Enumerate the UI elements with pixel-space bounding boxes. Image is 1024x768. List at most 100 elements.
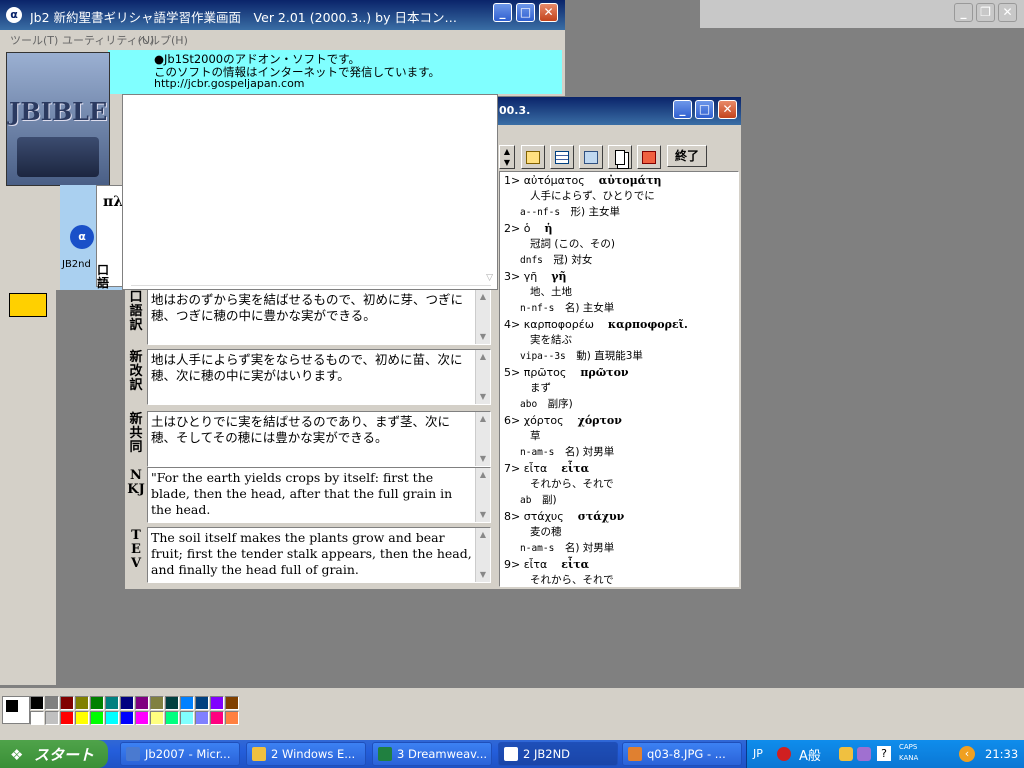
start-button[interactable]: ❖ スタート	[0, 740, 108, 768]
vocab-lemma: γῆ	[523, 270, 538, 283]
jb2nd-shortcut-icon[interactable]: α	[70, 225, 94, 249]
scroll-down-icon[interactable]: ▼	[476, 330, 490, 344]
translation-textbox[interactable]: 地は人手によらず実をならせるもので、初めに苗、次に穂、次に穂の中に実がはいります…	[147, 349, 491, 405]
scroll-up-icon[interactable]: ▲	[476, 290, 490, 304]
ime-lang[interactable]: JP	[753, 747, 763, 760]
menu-tools[interactable]: ツール(T)	[10, 32, 58, 48]
menu-help[interactable]: ヘルプ(H)	[138, 32, 188, 48]
palette-swatch[interactable]	[120, 711, 134, 725]
scroll-down-icon[interactable]: ▼	[476, 568, 490, 582]
hands-icon[interactable]	[579, 145, 603, 169]
foreground-color[interactable]	[6, 700, 18, 712]
vocab-entry[interactable]: 8> στάχυς στάχυν	[504, 510, 624, 523]
palette-swatch[interactable]	[60, 696, 74, 710]
dictionary-icon[interactable]	[857, 747, 871, 761]
palette-swatch[interactable]	[60, 711, 74, 725]
palette-swatch[interactable]	[225, 696, 239, 710]
palette-swatch[interactable]	[75, 696, 89, 710]
taskbar-item[interactable]: 3 Dreamweav...	[372, 742, 492, 766]
palette-swatch[interactable]	[90, 711, 104, 725]
vocab-entry[interactable]: 1> αὐτόματος αὐτομάτη	[504, 174, 662, 187]
translation-scrollbar[interactable]: ▲ ▼	[475, 290, 490, 344]
tray-arrow-icon[interactable]: ‹	[959, 746, 975, 762]
ime-icon[interactable]	[777, 747, 791, 761]
scroll-up-icon[interactable]: ▲	[476, 468, 490, 482]
palette-swatch[interactable]	[120, 696, 134, 710]
palette-swatch[interactable]	[150, 696, 164, 710]
scroll-down-icon[interactable]: ▼	[476, 452, 490, 466]
taskbar-item[interactable]: q03-8.JPG - ...	[622, 742, 742, 766]
grid-icon[interactable]	[550, 145, 574, 169]
scroll-up-icon[interactable]: ▲	[476, 528, 490, 542]
vocab-entry[interactable]: 9> εἶτα εἶτα	[504, 558, 589, 571]
palette-swatch[interactable]	[30, 696, 44, 710]
vocab-entry[interactable]: 7> εἶτα εἶτα	[504, 462, 589, 475]
palette-swatch[interactable]	[30, 711, 44, 725]
bg-close-button[interactable]: ✕	[998, 3, 1017, 22]
palette-swatch[interactable]	[45, 696, 59, 710]
translation-scrollbar[interactable]: ▲ ▼	[475, 468, 490, 522]
popup-scroll-icon[interactable]: ▽	[486, 273, 493, 283]
fill-option-icon-2[interactable]	[9, 293, 47, 317]
ime-mode[interactable]: A般	[799, 745, 821, 764]
print-icon[interactable]	[637, 145, 661, 169]
translation-textbox[interactable]: 土はひとりでに実を結ばせるのであり、まず茎、次に穂、そしてその穂には豊かな実がで…	[147, 411, 491, 467]
vocab-entry[interactable]: 5> πρῶτος πρῶτον	[504, 366, 629, 379]
taskbar-item[interactable]: 2 Windows E...	[246, 742, 366, 766]
help-icon[interactable]: ?	[877, 746, 891, 761]
minimize-button[interactable]: _	[493, 3, 512, 22]
palette-swatch[interactable]	[210, 711, 224, 725]
bg-restore-button[interactable]: ❐	[976, 3, 995, 22]
bg-minimize-button[interactable]: _	[954, 3, 973, 22]
translation-textbox[interactable]: 地はおのずから実を結ばせるもので、初めに芽、つぎに穂、つぎに穂の中に豊かな実がで…	[147, 289, 491, 345]
exit-button[interactable]: 終了	[667, 145, 707, 167]
palette-swatch[interactable]	[135, 696, 149, 710]
study-close-button[interactable]: ✕	[718, 100, 737, 119]
palette-swatch[interactable]	[210, 696, 224, 710]
translation-textbox[interactable]: "For the earth yields crops by itself: f…	[147, 467, 491, 523]
palette-swatch[interactable]	[180, 696, 194, 710]
copy-icon[interactable]	[608, 145, 632, 169]
taskbar-item[interactable]: 2 JB2ND	[498, 742, 618, 766]
palette-swatch[interactable]	[105, 696, 119, 710]
palette-swatch[interactable]	[165, 711, 179, 725]
palette-swatch[interactable]	[180, 711, 194, 725]
vocabulary-list[interactable]: 1> αὐτόματος αὐτομάτη 人手によらず、ひとりでに a--nf-s…	[499, 171, 739, 587]
translation-scrollbar[interactable]: ▲ ▼	[475, 350, 490, 404]
palette-swatch[interactable]	[105, 711, 119, 725]
close-button[interactable]: ✕	[539, 3, 558, 22]
palette-swatch[interactable]	[195, 711, 209, 725]
scroll-down-icon[interactable]: ▼	[476, 390, 490, 404]
book-icon[interactable]	[521, 145, 545, 169]
vocab-entry[interactable]: 3> γῆ γῆ	[504, 270, 566, 283]
study-maximize-button[interactable]: □	[695, 100, 714, 119]
palette-swatch[interactable]	[165, 696, 179, 710]
palette-swatch[interactable]	[195, 696, 209, 710]
palette-swatch[interactable]	[90, 696, 104, 710]
palette-swatch[interactable]	[225, 711, 239, 725]
vocab-entry[interactable]: 2> ὁ ἡ	[504, 222, 552, 235]
palette-swatch[interactable]	[75, 711, 89, 725]
palette-icon[interactable]	[839, 747, 853, 761]
taskbar-item[interactable]: Jb2007 - Micr...	[120, 742, 240, 766]
vocab-meaning: 実を結ぶ	[530, 334, 572, 346]
palette-swatch[interactable]	[150, 711, 164, 725]
translation-scrollbar[interactable]: ▲ ▼	[475, 528, 490, 582]
translation-scrollbar[interactable]: ▲ ▼	[475, 412, 490, 466]
vocab-entry[interactable]: 4> καρποφορέω καρποφορεῖ.	[504, 318, 688, 331]
palette-swatch[interactable]	[45, 711, 59, 725]
last-supper-picture	[17, 137, 99, 177]
vocab-meaning: まず	[530, 382, 551, 394]
scroll-down-icon[interactable]: ▼	[476, 508, 490, 522]
vocab-grammar: 名) 対男単	[564, 542, 615, 554]
scroll-up-icon[interactable]: ▲	[476, 412, 490, 426]
spin-button[interactable]: ▲ ▼	[499, 145, 515, 169]
maximize-button[interactable]: □	[516, 3, 535, 22]
translation-textbox[interactable]: The soil itself makes the plants grow an…	[147, 527, 491, 583]
vocab-lemma: καρποφορέω	[523, 318, 594, 331]
palette-swatch[interactable]	[135, 711, 149, 725]
info-url[interactable]: http://jcbr.gospeljapan.com	[154, 77, 305, 90]
study-minimize-button[interactable]: _	[673, 100, 692, 119]
vocab-entry[interactable]: 6> χόρτος χόρτον	[504, 414, 622, 427]
scroll-up-icon[interactable]: ▲	[476, 350, 490, 364]
